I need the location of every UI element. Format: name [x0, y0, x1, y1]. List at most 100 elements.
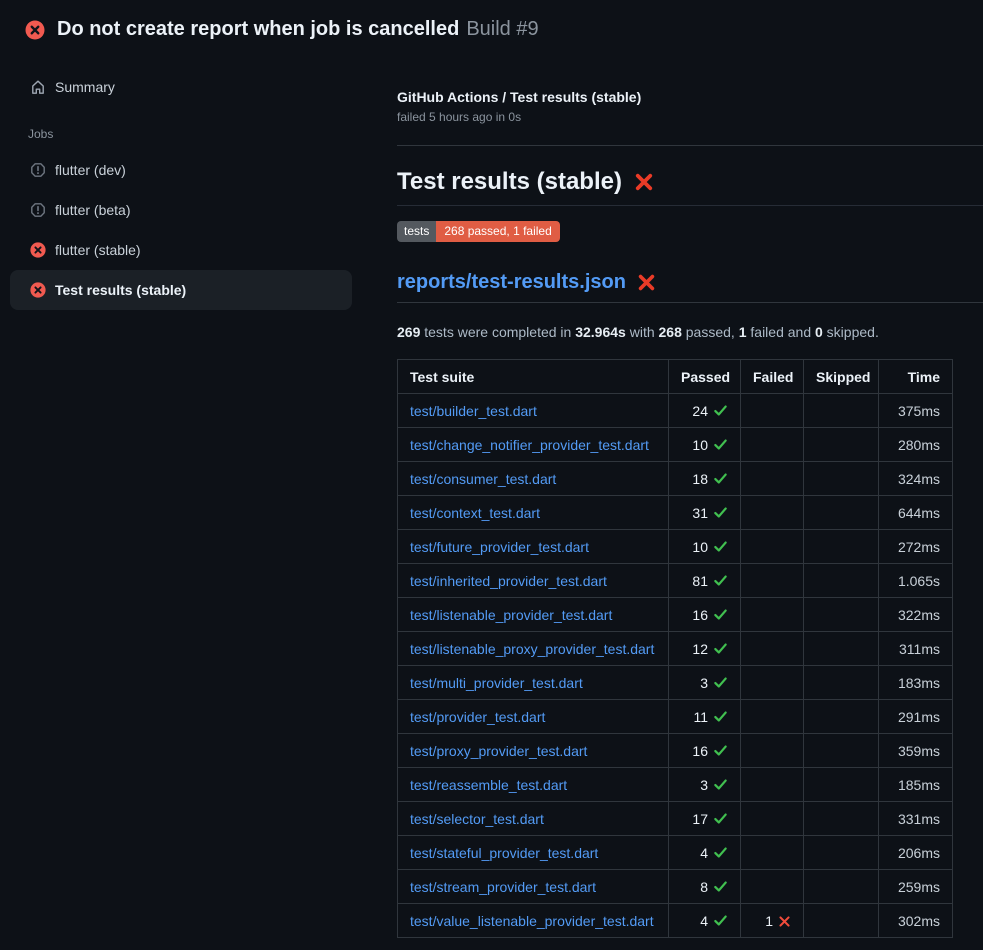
time-cell: 291ms — [879, 700, 953, 734]
time-cell: 1.065s — [879, 564, 953, 598]
sidebar-item-summary[interactable]: Summary — [10, 67, 352, 107]
cross-mark-icon — [634, 172, 654, 192]
passed-count: 4 — [700, 913, 708, 929]
failed-cell — [741, 530, 804, 564]
passed-cell: 4 — [669, 836, 741, 870]
sidebar-item-label: flutter (beta) — [55, 202, 130, 218]
passed-count: 12 — [692, 641, 708, 657]
passed-count: 11 — [693, 709, 708, 725]
table-row: test/change_notifier_provider_test.dart 1… — [398, 428, 953, 462]
sidebar-item-test-results-stable[interactable]: Test results (stable) — [10, 270, 352, 310]
passed-count: 4 — [700, 845, 708, 861]
test-suite-cell: test/reassemble_test.dart — [398, 768, 669, 802]
test-suite-link[interactable]: test/value_listenable_provider_test.dart — [410, 913, 654, 929]
passed-cell: 10 — [669, 428, 741, 462]
table-row: test/provider_test.dart 11 291ms — [398, 700, 953, 734]
report-file-link[interactable]: reports/test-results.json — [397, 271, 626, 294]
check-icon — [713, 879, 728, 894]
passed-cell: 18 — [669, 462, 741, 496]
test-suite-link[interactable]: test/listenable_proxy_provider_test.dart — [410, 641, 654, 657]
passed-cell: 3 — [669, 768, 741, 802]
time-cell: 331ms — [879, 802, 953, 836]
check-icon — [713, 709, 728, 724]
passed-count: 3 — [700, 675, 708, 691]
build-header: Do not create report when job is cancell… — [0, 0, 983, 53]
failed-cell: 1 — [741, 904, 804, 938]
skipped-cell — [804, 802, 879, 836]
test-suite-link[interactable]: test/consumer_test.dart — [410, 471, 556, 487]
test-suite-link[interactable]: test/listenable_provider_test.dart — [410, 607, 612, 623]
skipped-cell — [804, 904, 879, 938]
failed-cell — [741, 394, 804, 428]
check-icon — [713, 743, 728, 758]
skipped-cell — [804, 564, 879, 598]
passed-cell: 4 — [669, 904, 741, 938]
skipped-cell — [804, 632, 879, 666]
test-suite-cell: test/future_provider_test.dart — [398, 530, 669, 564]
failed-cell — [741, 734, 804, 768]
check-icon — [713, 777, 728, 792]
page-title: Do not create report when job is cancell… — [57, 18, 459, 41]
test-suite-cell: test/builder_test.dart — [398, 394, 669, 428]
x-circle-icon — [25, 20, 45, 40]
table-row: test/stateful_provider_test.dart4206ms — [398, 836, 953, 870]
table-row: test/inherited_provider_test.dart811.065… — [398, 564, 953, 598]
test-suite-cell: test/proxy_provider_test.dart — [398, 734, 669, 768]
passed-count: 17 — [692, 811, 708, 827]
passed-cell: 3 — [669, 666, 741, 700]
report-heading: reports/test-results.json — [397, 271, 983, 303]
time-cell: 644ms — [879, 496, 953, 530]
check-icon — [713, 437, 728, 452]
test-suite-cell: test/stateful_provider_test.dart — [398, 836, 669, 870]
test-suite-cell: test/listenable_proxy_provider_test.dart — [398, 632, 669, 666]
build-number: Build #9 — [466, 18, 538, 41]
sidebar-item-label: flutter (stable) — [55, 242, 141, 258]
test-suite-link[interactable]: test/stateful_provider_test.dart — [410, 845, 598, 861]
test-suite-link[interactable]: test/reassemble_test.dart — [410, 777, 567, 793]
summary-segment: failed and — [747, 324, 816, 340]
summary-segment: skipped. — [823, 324, 879, 340]
summary-segment: passed, — [682, 324, 739, 340]
sidebar-item-flutter-dev[interactable]: flutter (dev) — [10, 150, 352, 190]
sidebar-item-label: Test results (stable) — [55, 282, 186, 298]
table-row: test/listenable_proxy_provider_test.dart… — [398, 632, 953, 666]
test-suite-link[interactable]: test/selector_test.dart — [410, 811, 544, 827]
test-suite-link[interactable]: test/change_notifier_provider_test.dart — [410, 437, 649, 453]
test-suite-cell: test/context_test.dart — [398, 496, 669, 530]
failed-count: 1 — [765, 913, 773, 929]
time-cell: 322ms — [879, 598, 953, 632]
table-row: test/listenable_provider_test.dart16322m… — [398, 598, 953, 632]
failed-cell — [741, 836, 804, 870]
table-row: test/context_test.dart31644ms — [398, 496, 953, 530]
sidebar-item-flutter-beta[interactable]: flutter (beta) — [10, 190, 352, 230]
test-suite-link[interactable]: test/context_test.dart — [410, 505, 540, 521]
test-suite-link[interactable]: test/builder_test.dart — [410, 403, 537, 419]
fail-x-icon — [778, 915, 791, 928]
failed-cell — [741, 700, 804, 734]
check-icon — [713, 845, 728, 860]
test-suite-link[interactable]: test/future_provider_test.dart — [410, 539, 589, 555]
badge-value: 268 passed, 1 failed — [436, 221, 559, 242]
test-suite-link[interactable]: test/stream_provider_test.dart — [410, 879, 596, 895]
breadcrumb: GitHub Actions / Test results (stable) — [397, 89, 983, 105]
table-row: test/value_listenable_provider_test.dart… — [398, 904, 953, 938]
results-table-body: test/builder_test.dart24375mstest/change… — [398, 394, 953, 938]
skipped-cell — [804, 700, 879, 734]
test-suite-link[interactable]: test/multi_provider_test.dart — [410, 675, 583, 691]
passed-count: 8 — [700, 879, 708, 895]
time-cell: 259ms — [879, 870, 953, 904]
test-suite-cell: test/stream_provider_test.dart — [398, 870, 669, 904]
table-row: test/consumer_test.dart18324ms — [398, 462, 953, 496]
test-suite-cell: test/provider_test.dart — [398, 700, 669, 734]
sidebar-item-label: flutter (dev) — [55, 162, 126, 178]
failed-icon — [30, 282, 46, 298]
test-suite-link[interactable]: test/inherited_provider_test.dart — [410, 573, 607, 589]
test-suite-link[interactable]: test/provider_test.dart — [410, 709, 545, 725]
sidebar-item-flutter-stable[interactable]: flutter (stable) — [10, 230, 352, 270]
check-icon — [713, 403, 728, 418]
section-title-text: Test results (stable) — [397, 168, 622, 196]
failed-cell — [741, 428, 804, 462]
check-icon — [713, 505, 728, 520]
skipped-cell — [804, 428, 879, 462]
test-suite-link[interactable]: test/proxy_provider_test.dart — [410, 743, 587, 759]
